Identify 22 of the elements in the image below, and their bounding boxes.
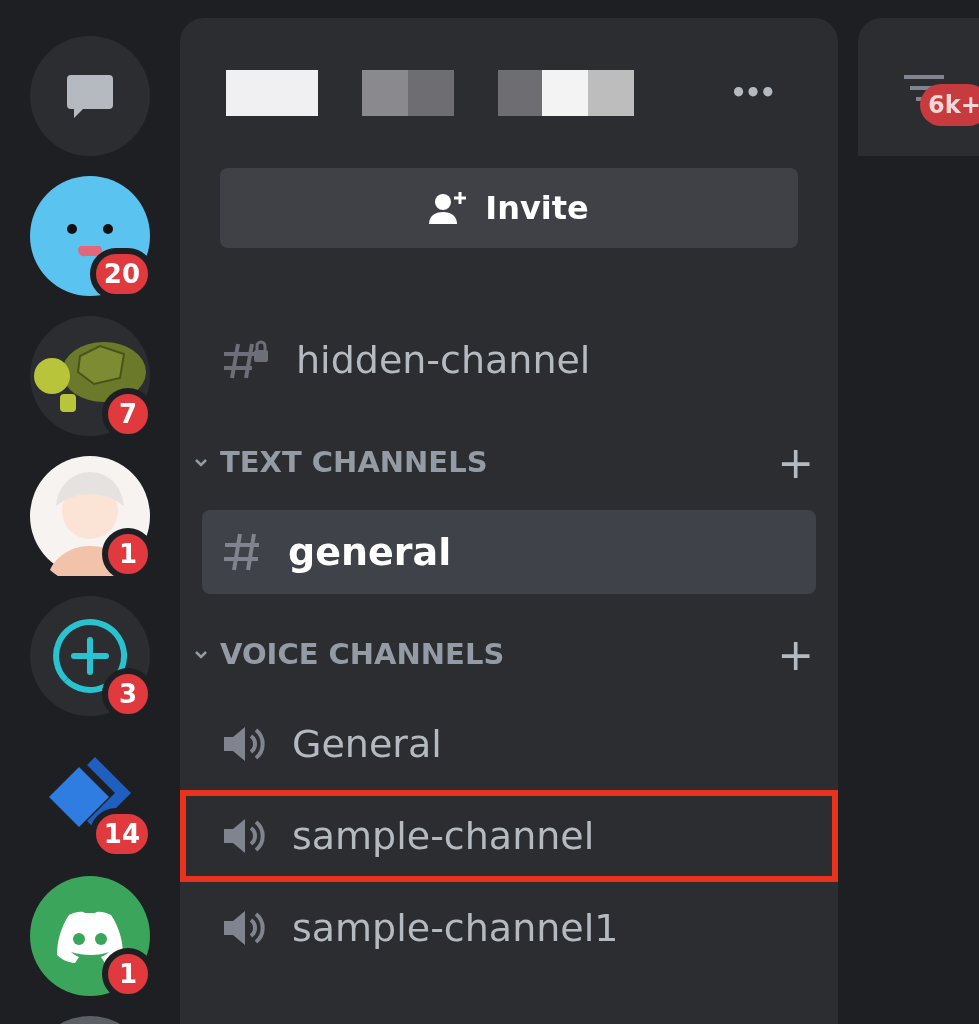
controller-icon [55,909,125,963]
server-icon[interactable]: 1 [30,456,150,576]
speaker-icon [222,724,266,764]
category-header[interactable]: VOICE CHANNELS [220,633,778,677]
category-header[interactable]: TEXT CHANNELS [220,441,778,485]
channel-item[interactable]: General [202,702,816,786]
add-channel-button[interactable]: + [777,633,814,677]
channel-item[interactable]: general [202,510,816,594]
server-icon[interactable]: 20 [30,176,150,296]
channel-item[interactable]: sample-channel [202,794,816,878]
more-options-button[interactable]: ••• [730,73,774,113]
chevron-down-icon [194,458,208,468]
server-icon[interactable]: 7 [30,316,150,436]
count-badge: 6k+ [920,84,979,126]
channel-item[interactable]: sample-channel1 [202,886,816,970]
speaker-icon [222,816,266,856]
channel-item[interactable]: hidden-channel [202,318,816,402]
chevron-down-icon [194,650,208,660]
hash-icon [222,532,262,572]
add-channel-button[interactable]: + [777,441,814,485]
speaker-icon [222,908,266,948]
invite-button[interactable]: Invite [220,168,798,248]
